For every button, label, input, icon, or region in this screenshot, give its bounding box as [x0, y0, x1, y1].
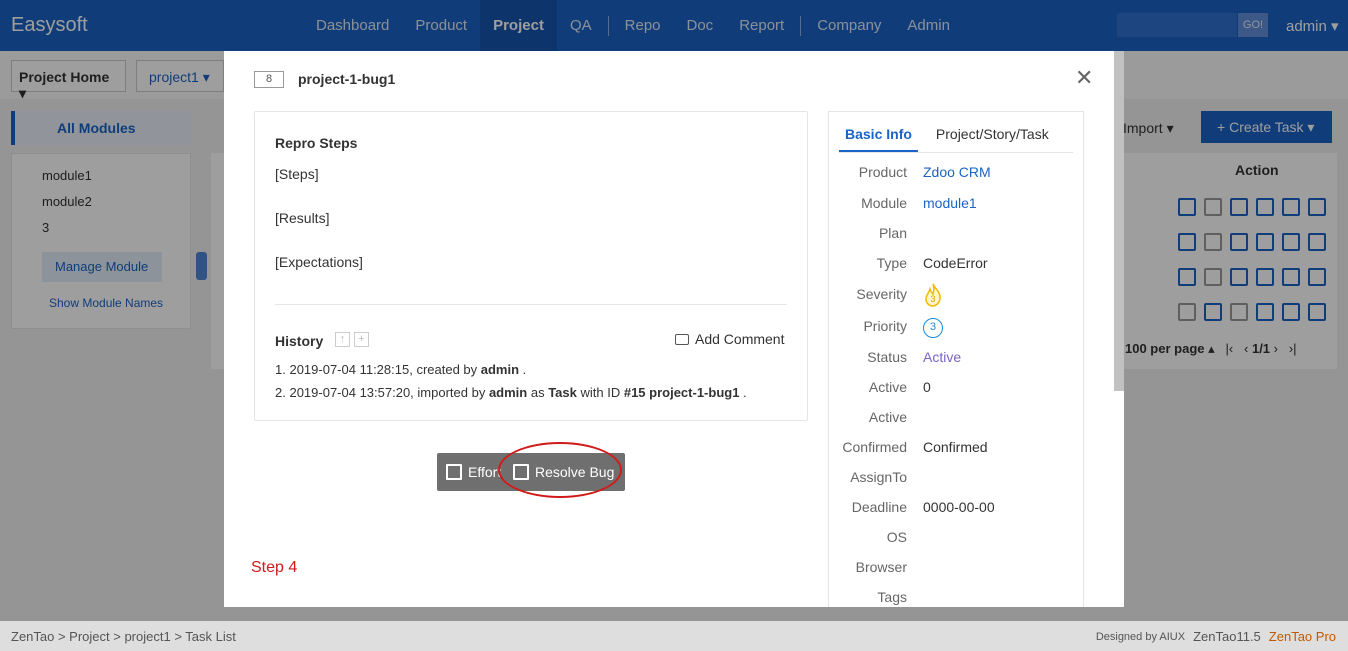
- history-entry: 1. 2019-07-04 11:28:15, created by admin…: [275, 362, 526, 377]
- modal-title: project-1-bug1: [298, 71, 396, 87]
- field-label: Status: [867, 349, 907, 365]
- field-type: Type CodeError: [829, 255, 1085, 277]
- field-status: Status Active: [829, 349, 1085, 371]
- footer-breadcrumb: ZenTao > Project > project1 > Task List: [11, 629, 236, 644]
- repro-steps-panel: Repro Steps [Steps] [Results] [Expectati…: [254, 111, 808, 421]
- add-comment-label: Add Comment: [695, 331, 785, 347]
- version-link[interactable]: ZenTao11.5: [1193, 629, 1261, 644]
- results-text: [Results]: [275, 210, 330, 226]
- field-os: OS: [829, 529, 1085, 551]
- field-label: Confirmed: [842, 439, 907, 455]
- history-ref: #15 project-1-bug1: [623, 385, 740, 400]
- history-num: 1.: [275, 362, 286, 377]
- field-label: Severity: [856, 286, 907, 302]
- tab-basic-info[interactable]: Basic Info: [839, 112, 918, 152]
- footer: ZenTao > Project > project1 > Task List …: [0, 621, 1348, 651]
- divider: [275, 304, 787, 305]
- history-tail: .: [519, 362, 527, 377]
- type-value: CodeError: [923, 255, 988, 271]
- field-active-count: Active 0: [829, 379, 1085, 401]
- repro-steps-title: Repro Steps: [275, 135, 358, 151]
- field-product: Product Zdoo CRM: [829, 164, 1085, 186]
- field-label: Deadline: [851, 499, 907, 515]
- history-user: admin: [488, 385, 528, 400]
- history-text: as: [527, 385, 549, 400]
- expectations-text: [Expectations]: [275, 254, 363, 270]
- close-icon[interactable]: ✕: [1075, 65, 1093, 91]
- add-comment-button[interactable]: Add Comment: [675, 331, 784, 347]
- history-entry: 2. 2019-07-04 13:57:20, imported by admi…: [275, 385, 747, 400]
- bug-id-badge: 8: [254, 71, 284, 88]
- sort-icon[interactable]: ↑: [335, 332, 350, 347]
- steps-text: [Steps]: [275, 166, 319, 182]
- field-deadline: Deadline 0000-00-00: [829, 499, 1085, 521]
- field-label: Module: [861, 195, 907, 211]
- history-tail: .: [739, 385, 747, 400]
- confirmed-value: Confirmed: [923, 439, 988, 455]
- field-assignto: AssignTo: [829, 469, 1085, 491]
- severity-flame-icon: 3: [925, 283, 941, 307]
- tab-project-story-task[interactable]: Project/Story/Task: [930, 112, 1055, 152]
- history-user: admin: [480, 362, 520, 377]
- designed-by: Designed by AIUX: [1095, 630, 1186, 643]
- expand-icon[interactable]: +: [354, 332, 369, 347]
- history-text: with ID: [576, 385, 624, 400]
- history-num: 2.: [275, 385, 286, 400]
- history-object: Task: [548, 385, 577, 400]
- step-annotation: Step 4: [251, 559, 298, 576]
- field-tags: Tags: [829, 589, 1085, 607]
- field-label: Active: [868, 409, 907, 425]
- field-label: Plan: [878, 225, 907, 241]
- history-controls: ↑ +: [335, 332, 369, 347]
- active-count-value: 0: [923, 379, 931, 395]
- bug-detail-modal: 8 project-1-bug1 ✕ Repro Steps [Steps] […: [224, 51, 1124, 607]
- field-label: AssignTo: [850, 469, 907, 485]
- effort-button[interactable]: Effort: [437, 453, 503, 491]
- severity-value: 3: [930, 294, 935, 304]
- module-link[interactable]: module1: [923, 195, 977, 211]
- scrollbar[interactable]: [1114, 51, 1124, 391]
- annotation-ellipse: [498, 442, 622, 498]
- field-label: Active: [868, 379, 907, 395]
- field-module: Module module1: [829, 195, 1085, 217]
- history-title: History: [275, 333, 324, 349]
- history-text: 2019-07-04 13:57:20, imported by: [289, 385, 489, 400]
- field-browser: Browser: [829, 559, 1085, 581]
- field-plan: Plan: [829, 225, 1085, 247]
- pro-link[interactable]: ZenTao Pro: [1269, 629, 1336, 644]
- field-confirmed: Confirmed Confirmed: [829, 439, 1085, 461]
- clock-icon: [446, 464, 462, 480]
- field-label: Priority: [863, 318, 907, 334]
- field-label: OS: [886, 529, 907, 545]
- priority-badge: 3: [923, 318, 943, 338]
- history-text: 2019-07-04 11:28:15, created by: [289, 362, 481, 377]
- comment-icon: [675, 333, 689, 345]
- status-value: Active: [923, 349, 962, 365]
- info-tabs: Basic Info Project/Story/Task: [839, 112, 1073, 153]
- field-label: Product: [858, 164, 907, 180]
- field-active: Active: [829, 409, 1085, 431]
- effort-label: Effort: [468, 464, 502, 480]
- product-link[interactable]: Zdoo CRM: [923, 164, 991, 180]
- field-priority: Priority 3: [829, 318, 1085, 340]
- basic-info-panel: Basic Info Project/Story/Task Product Zdo…: [828, 111, 1084, 607]
- field-label: Browser: [855, 559, 907, 575]
- deadline-value: 0000-00-00: [923, 499, 995, 515]
- footer-brand: Designed by AIUX ZenTao11.5 ZenTao Pro: [1096, 629, 1336, 644]
- field-severity: Severity 3: [829, 283, 1085, 308]
- field-label: Tags: [877, 589, 907, 605]
- field-label: Type: [876, 255, 907, 271]
